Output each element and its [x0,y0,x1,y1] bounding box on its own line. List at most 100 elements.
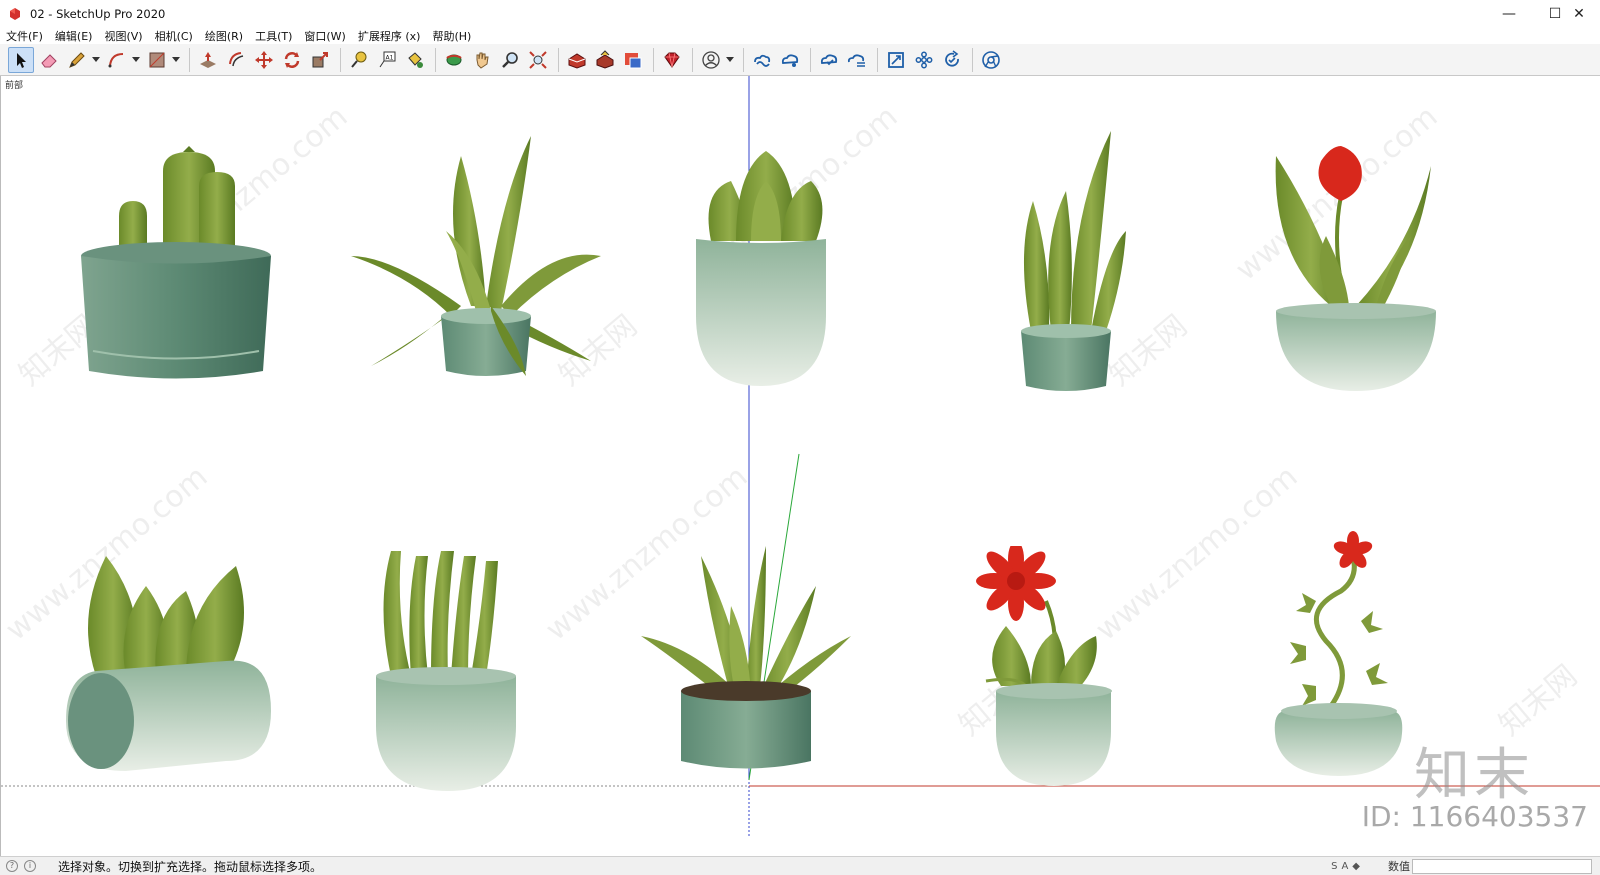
asset-id-watermark: ID: 1166403537 [1361,800,1588,833]
offset-tool-button[interactable] [223,47,249,73]
scale-tool-button[interactable] [307,47,333,73]
menu-bar: 文件(F) 编辑(E) 视图(V) 相机(C) 绘图(R) 工具(T) 窗口(W… [0,28,1600,44]
toolbar-separator [189,47,190,72]
orbit-tool-button[interactable] [441,47,467,73]
aloe-pot-model[interactable] [641,546,851,776]
account-dropdown[interactable] [726,47,734,73]
frame-button[interactable] [883,47,909,73]
menu-tools[interactable]: 工具(T) [255,28,292,44]
trimble-connect-button[interactable] [749,47,775,73]
menu-file[interactable]: 文件(F) [6,28,43,44]
flower-icon [915,51,933,68]
status-bar: ? i 选择对象。切换到扩充选择。拖动鼠标选择多项。 S A ◆ 数值 [0,856,1600,875]
menu-camera[interactable]: 相机(C) [155,28,193,44]
layout-icon [625,52,642,68]
toolbar-separator [692,47,693,72]
info-icon[interactable]: i [24,860,36,872]
measurements-input[interactable] [1412,858,1592,874]
warehouse-button[interactable] [564,47,590,73]
arc-tool-dropdown[interactable] [132,47,140,73]
zoom-extents-button[interactable] [525,47,551,73]
text-icon: A1 [379,51,396,67]
cactus-pot-model[interactable] [71,146,281,386]
refresh-check-icon [945,49,959,67]
snake-plant-pot-model[interactable] [1011,131,1141,401]
cloud-share-button[interactable] [777,47,803,73]
extension-warehouse-button[interactable] [659,47,685,73]
cloud-list-icon [847,53,865,67]
cloud-share-icon [781,53,799,67]
toolbar-separator [972,47,973,72]
account-button[interactable] [698,47,724,73]
select-tool-button[interactable] [8,46,34,73]
text-tool-button[interactable]: A1 [374,47,400,73]
zoom-tool-button[interactable] [497,47,523,73]
sketchup-logo-icon [10,8,20,20]
paint-bucket-button[interactable] [402,47,428,73]
chrome-icon [982,50,1000,69]
leafy-capsule-planter-model[interactable] [56,546,286,776]
cloud-sync-button[interactable] [816,47,842,73]
rectangle-icon [149,52,165,67]
shape-tool-dropdown[interactable] [172,47,180,73]
measurements-label: 数值 [1388,860,1410,873]
model-viewport[interactable]: 前部 www.znzmo.com www.znzmo.com www.znzmo… [0,76,1600,856]
toolbar-separator [340,47,341,72]
line-tool-button[interactable] [64,47,90,73]
push-pull-tool-button[interactable] [195,47,221,73]
arrow-cursor-icon [17,52,26,68]
shape-tool-button[interactable] [144,47,170,73]
geo-location-icon[interactable]: ? [6,860,18,872]
window-title: 02 - SketchUp Pro 2020 [30,7,166,21]
magnifier-icon [502,51,518,68]
rotate-icon [284,51,300,68]
tape-measure-button[interactable] [346,47,372,73]
toolbar-separator [743,47,744,72]
eraser-tool-button[interactable] [36,47,62,73]
brand-watermark: 知末 [1414,743,1534,808]
arc-icon [108,52,124,67]
sketchup-status-icon[interactable]: S [1331,861,1337,872]
menu-extensions[interactable]: 扩展程序 (x) [358,28,421,44]
cloud-link-icon [754,54,771,67]
pin-icon[interactable]: ◆ [1352,861,1360,872]
flower-button[interactable] [911,47,937,73]
chrome-button[interactable] [978,47,1004,73]
paint-bucket-icon [408,51,423,68]
refresh-button[interactable] [939,47,965,73]
close-button[interactable]: ✕ [1558,0,1600,28]
cloud-check-icon [820,53,838,65]
rotate-tool-button[interactable] [279,47,305,73]
user-icon [702,50,720,69]
menu-view[interactable]: 视图(V) [104,28,142,44]
red-daisy-pot-model[interactable] [976,546,1126,786]
tulip-bowl-model[interactable] [1271,146,1441,396]
minimize-button[interactable]: — [1486,0,1532,28]
cloud-list-button[interactable] [844,47,870,73]
share-model-button[interactable] [592,47,618,73]
send-to-layout-button[interactable] [620,47,646,73]
move-tool-button[interactable] [251,47,277,73]
menu-edit[interactable]: 编辑(E) [55,28,93,44]
toolbar-separator [877,47,878,72]
pan-tool-button[interactable] [469,47,495,73]
ruby-gem-icon [664,52,680,68]
menu-window[interactable]: 窗口(W) [304,28,345,44]
zoom-extents-icon [529,50,547,69]
share-model-icon [596,49,614,69]
menu-draw[interactable]: 绘图(R) [205,28,243,44]
main-toolbar: A1 [0,44,1600,76]
font-size-icon[interactable]: A [1341,861,1348,872]
pencil-icon [69,51,85,68]
status-message: 选择对象。切换到扩充选择。拖动鼠标选择多项。 [58,859,323,874]
eraser-icon [41,53,57,67]
line-tool-dropdown[interactable] [92,47,100,73]
svg-text:A1: A1 [386,54,394,61]
succulent-capsule-pot-model[interactable] [691,151,841,391]
finger-succulent-pot-model[interactable] [376,546,526,796]
vine-flower-bowl-model[interactable] [1271,531,1411,781]
arc-tool-button[interactable] [104,47,130,73]
toolbar-separator [435,47,436,72]
agave-pot-model[interactable] [351,136,611,396]
menu-help[interactable]: 帮助(H) [432,28,471,44]
